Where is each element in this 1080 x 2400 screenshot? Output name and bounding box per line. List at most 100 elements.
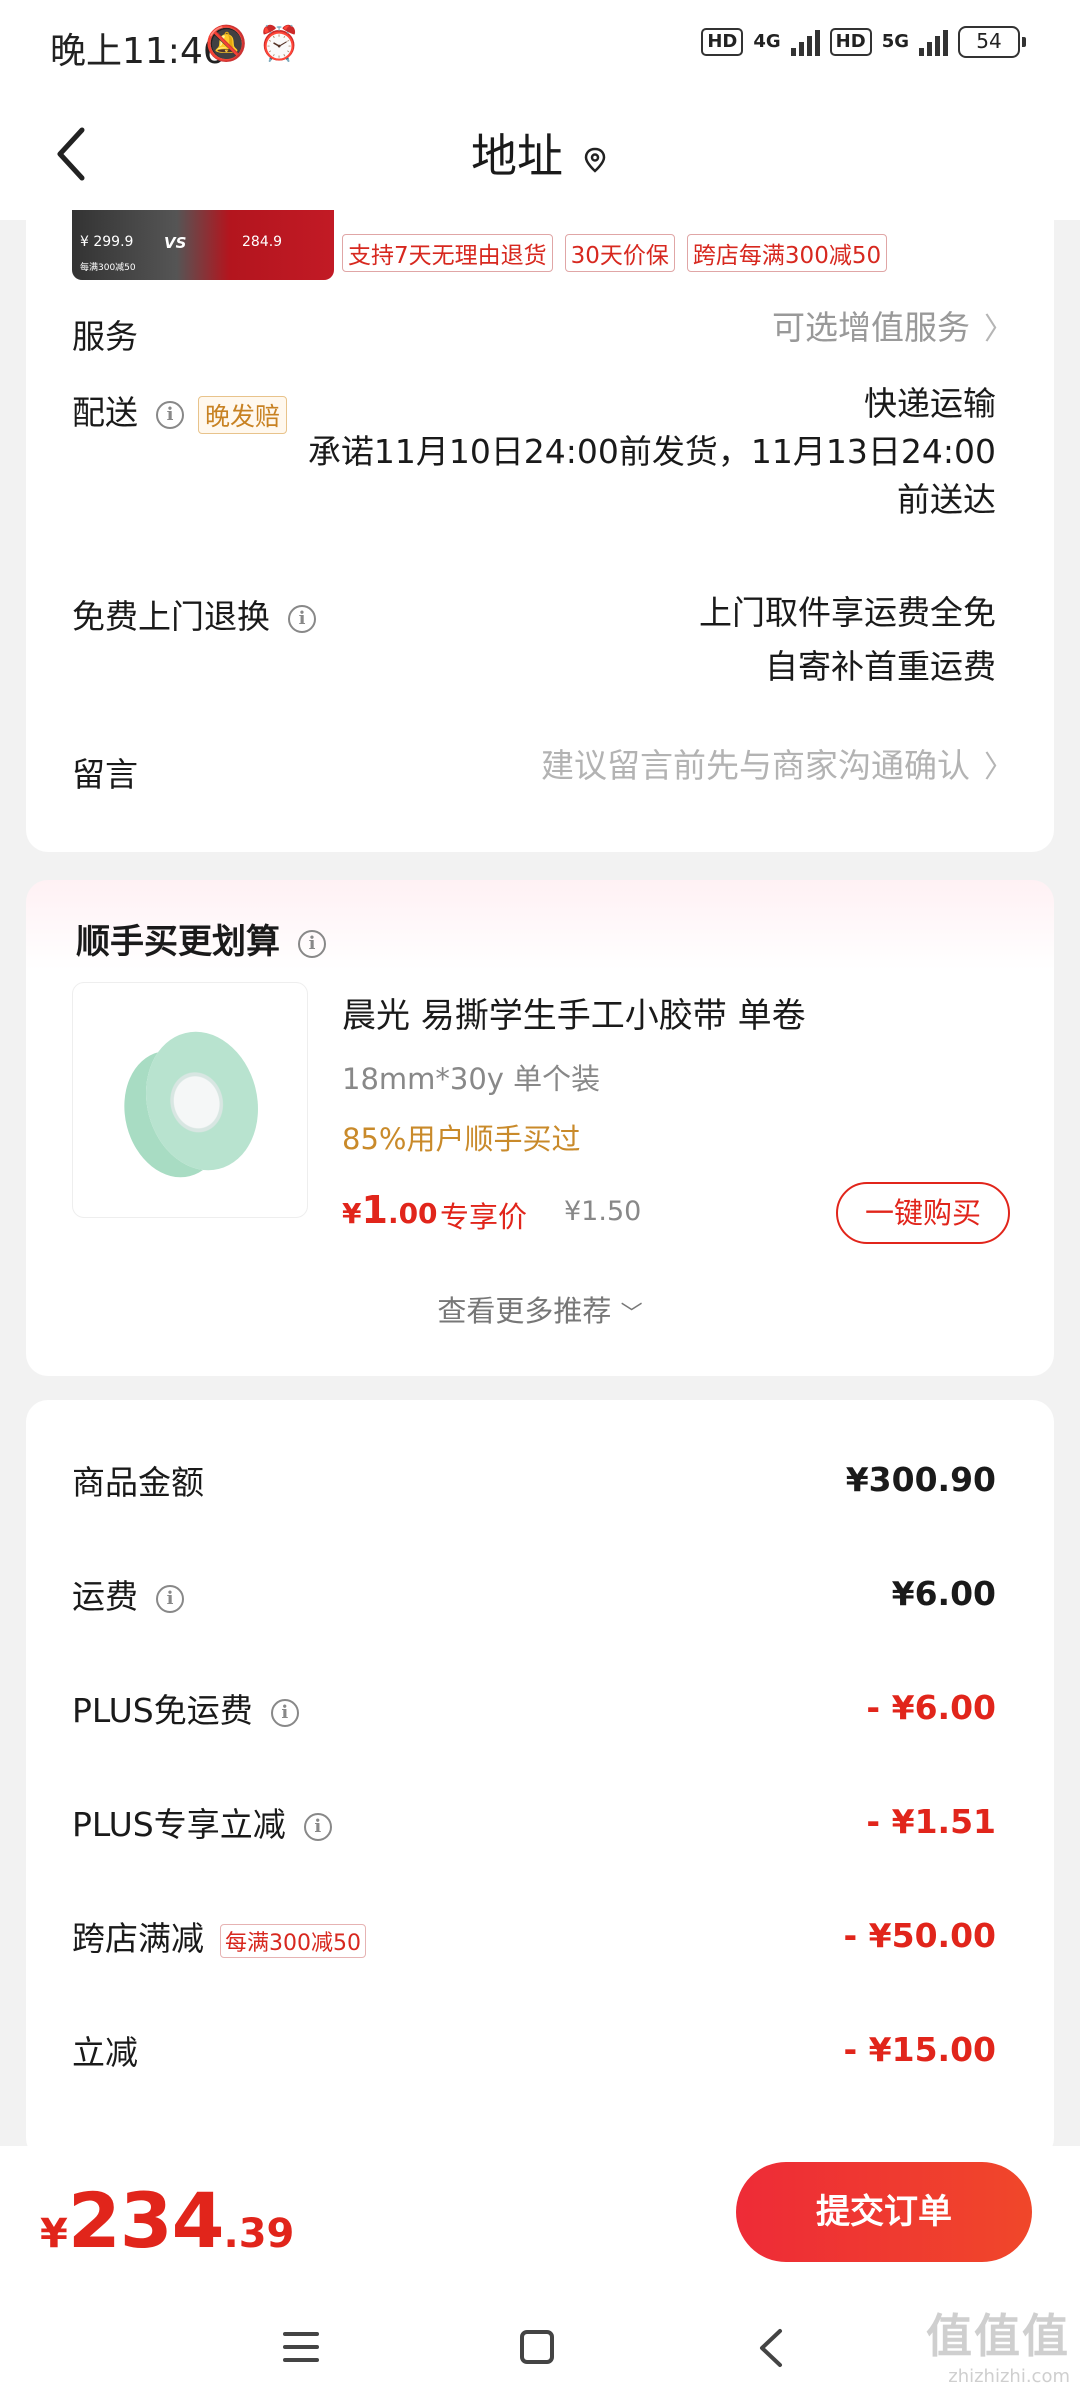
- thumb-left-price: ¥ 299.9: [80, 234, 134, 250]
- tape-roll-image: [131, 1019, 273, 1183]
- delivery-promise-line1: 承诺11月10日24:00前发货，11月13日24:00: [307, 432, 996, 471]
- fee-breakdown-card: 商品金额 ¥300.90 运费 i ¥6.00 PLUS免运费 i - ¥6.00 …: [26, 1400, 1054, 2160]
- info-icon[interactable]: i: [270, 1698, 299, 1727]
- status-bar: 晚上11:46 🔕 ⏰ HD 4G HD 5G 54: [0, 0, 1080, 90]
- chevron-right-icon: 〉: [984, 750, 1014, 785]
- delivery-label-row: 配送 i 晚发赔: [72, 386, 288, 434]
- info-icon[interactable]: i: [156, 400, 184, 429]
- addon-price-label: 专享价: [440, 1200, 528, 1234]
- total-int: 234: [67, 2176, 225, 2265]
- delivery-promise-line2: 前送达: [897, 480, 996, 519]
- fee-label: 跨店满减: [72, 1919, 204, 1958]
- info-icon[interactable]: i: [303, 1812, 332, 1841]
- addon-price-dec: .00: [387, 1197, 438, 1230]
- message-row[interactable]: 建议留言前先与商家沟通确认〉: [541, 742, 1014, 792]
- see-more-recommend[interactable]: 查看更多推荐 ﹀: [26, 1288, 1054, 1330]
- service-value: 可选增值服务: [772, 308, 970, 347]
- network-5g-label: 5G: [881, 31, 909, 52]
- addon-price-symbol: ¥: [342, 1197, 362, 1230]
- status-silent-alarm-icons: 🔕 ⏰: [205, 24, 301, 64]
- delivery-label: 配送: [72, 393, 138, 432]
- order-info-card: ¥ 299.9 VS 284.9 每满300减50 支持7天无理由退货 30天价…: [26, 210, 1054, 852]
- return-line2: 自寄补首重运费: [765, 647, 996, 686]
- product-thumbnail[interactable]: ¥ 299.9 VS 284.9 每满300减50: [72, 210, 334, 280]
- product-tags: 支持7天无理由退货 30天价保 跨店每满300减50: [342, 234, 888, 272]
- fee-label: PLUS免运费: [72, 1691, 253, 1730]
- watermark-logo: 值值值: [926, 2309, 1070, 2363]
- page-title-text: 地址: [471, 129, 563, 183]
- info-icon[interactable]: i: [298, 929, 326, 958]
- fee-label-row: 跨店满减 每满300减50: [72, 1912, 366, 1960]
- tag-price-protect: 30天价保: [564, 234, 675, 272]
- fee-label: 立减: [72, 2033, 138, 2072]
- info-icon[interactable]: i: [156, 1584, 184, 1613]
- total-currency: ¥: [40, 2211, 68, 2257]
- fee-label: 运费: [72, 1577, 138, 1616]
- return-info: 上门取件享运费全免 自寄补首重运费: [699, 586, 996, 694]
- thumb-right-price: 284.9: [242, 234, 283, 250]
- fee-label-row: PLUS专享立减 i: [72, 1798, 332, 1846]
- service-label: 服务: [72, 317, 138, 356]
- return-line1: 上门取件享运费全免: [699, 593, 996, 632]
- nav-bar: 地址: [0, 90, 1080, 220]
- battery-icon: 54: [958, 26, 1026, 58]
- fee-value: - ¥50.00: [843, 1916, 996, 1955]
- addon-product-name[interactable]: 晨光 易撕学生手工小胶带 单卷: [342, 988, 806, 1037]
- signal-icon: [790, 28, 820, 56]
- chevron-down-icon: ﹀: [620, 1302, 643, 1327]
- addon-title-row: 顺手买更划算 i: [76, 914, 326, 963]
- addon-original-price: ¥1.50: [564, 1196, 642, 1227]
- return-label: 免费上门退换: [72, 597, 270, 636]
- chevron-right-icon: 〉: [984, 312, 1014, 347]
- menu-icon[interactable]: [283, 2332, 319, 2362]
- tape-product-image[interactable]: [72, 982, 308, 1218]
- watermark-url: zhizhizhi.com: [948, 2366, 1070, 2387]
- fee-label-row: 运费 i: [72, 1570, 184, 1618]
- hd-icon: HD: [701, 28, 744, 56]
- page-title[interactable]: 地址: [0, 120, 1080, 186]
- checkout-bar: ¥234.39 提交订单 值值值 zhizhizhi.com: [0, 2146, 1080, 2400]
- status-right: HD 4G HD 5G 54: [701, 26, 1026, 58]
- total-price: ¥234.39: [40, 2176, 294, 2265]
- thumb-vs: VS: [164, 234, 187, 252]
- location-pin-icon: [584, 147, 606, 173]
- message-label: 留言: [72, 755, 138, 794]
- message-placeholder: 建议留言前先与商家沟通确认: [541, 746, 970, 785]
- delivery-method: 快递运输: [864, 384, 996, 423]
- service-row[interactable]: 可选增值服务〉: [772, 304, 1014, 354]
- fee-value: - ¥1.51: [866, 1802, 996, 1841]
- fee-label: 商品金额: [72, 1463, 204, 1502]
- tag-return: 支持7天无理由退货: [342, 234, 553, 272]
- addon-title: 顺手买更划算: [76, 922, 280, 962]
- fee-value: ¥6.00: [891, 1574, 996, 1613]
- status-time: 晚上11:46: [50, 31, 226, 72]
- fee-label: PLUS专享立减: [72, 1805, 286, 1844]
- fee-value: - ¥6.00: [866, 1688, 996, 1727]
- info-icon[interactable]: i: [288, 604, 316, 633]
- network-4g-label: 4G: [753, 31, 781, 52]
- fee-label-row: PLUS免运费 i: [72, 1684, 299, 1732]
- signal-icon: [919, 28, 948, 56]
- one-click-buy-button[interactable]: 一键购买: [836, 1182, 1010, 1244]
- see-more-text: 查看更多推荐: [437, 1294, 612, 1328]
- watermark: 值值值 zhizhizhi.com: [926, 2300, 1070, 2387]
- addon-price-int: 1: [361, 1188, 388, 1232]
- submit-order-button[interactable]: 提交订单: [736, 2162, 1032, 2262]
- fee-value: ¥300.90: [845, 1460, 996, 1499]
- total-dec: .39: [223, 2211, 295, 2257]
- addon-recommend-card: 顺手买更划算 i 晨光 易撕学生手工小胶带 单卷 18mm*30y 单个装 85%…: [26, 880, 1054, 1376]
- addon-bought-rate: 85%用户顺手买过: [342, 1122, 581, 1156]
- return-label-row: 免费上门退换 i: [72, 590, 316, 638]
- home-icon[interactable]: [520, 2330, 554, 2364]
- fee-value: - ¥15.00: [843, 2030, 996, 2069]
- cross-store-rule-badge: 每满300减50: [220, 1923, 366, 1958]
- system-back-icon[interactable]: [756, 2328, 786, 2368]
- addon-price: ¥1.00: [342, 1188, 438, 1232]
- system-nav-bar: [0, 2306, 1080, 2400]
- thumb-promo: 每满300减50: [80, 263, 136, 273]
- late-compensation-badge: 晚发赔: [198, 395, 288, 434]
- delivery-info[interactable]: 快递运输 承诺11月10日24:00前发货，11月13日24:00 前送达: [308, 380, 996, 524]
- addon-product-spec: 18mm*30y 单个装: [342, 1062, 601, 1096]
- hd-icon: HD: [829, 28, 872, 56]
- tag-cross-store: 跨店每满300减50: [686, 234, 888, 272]
